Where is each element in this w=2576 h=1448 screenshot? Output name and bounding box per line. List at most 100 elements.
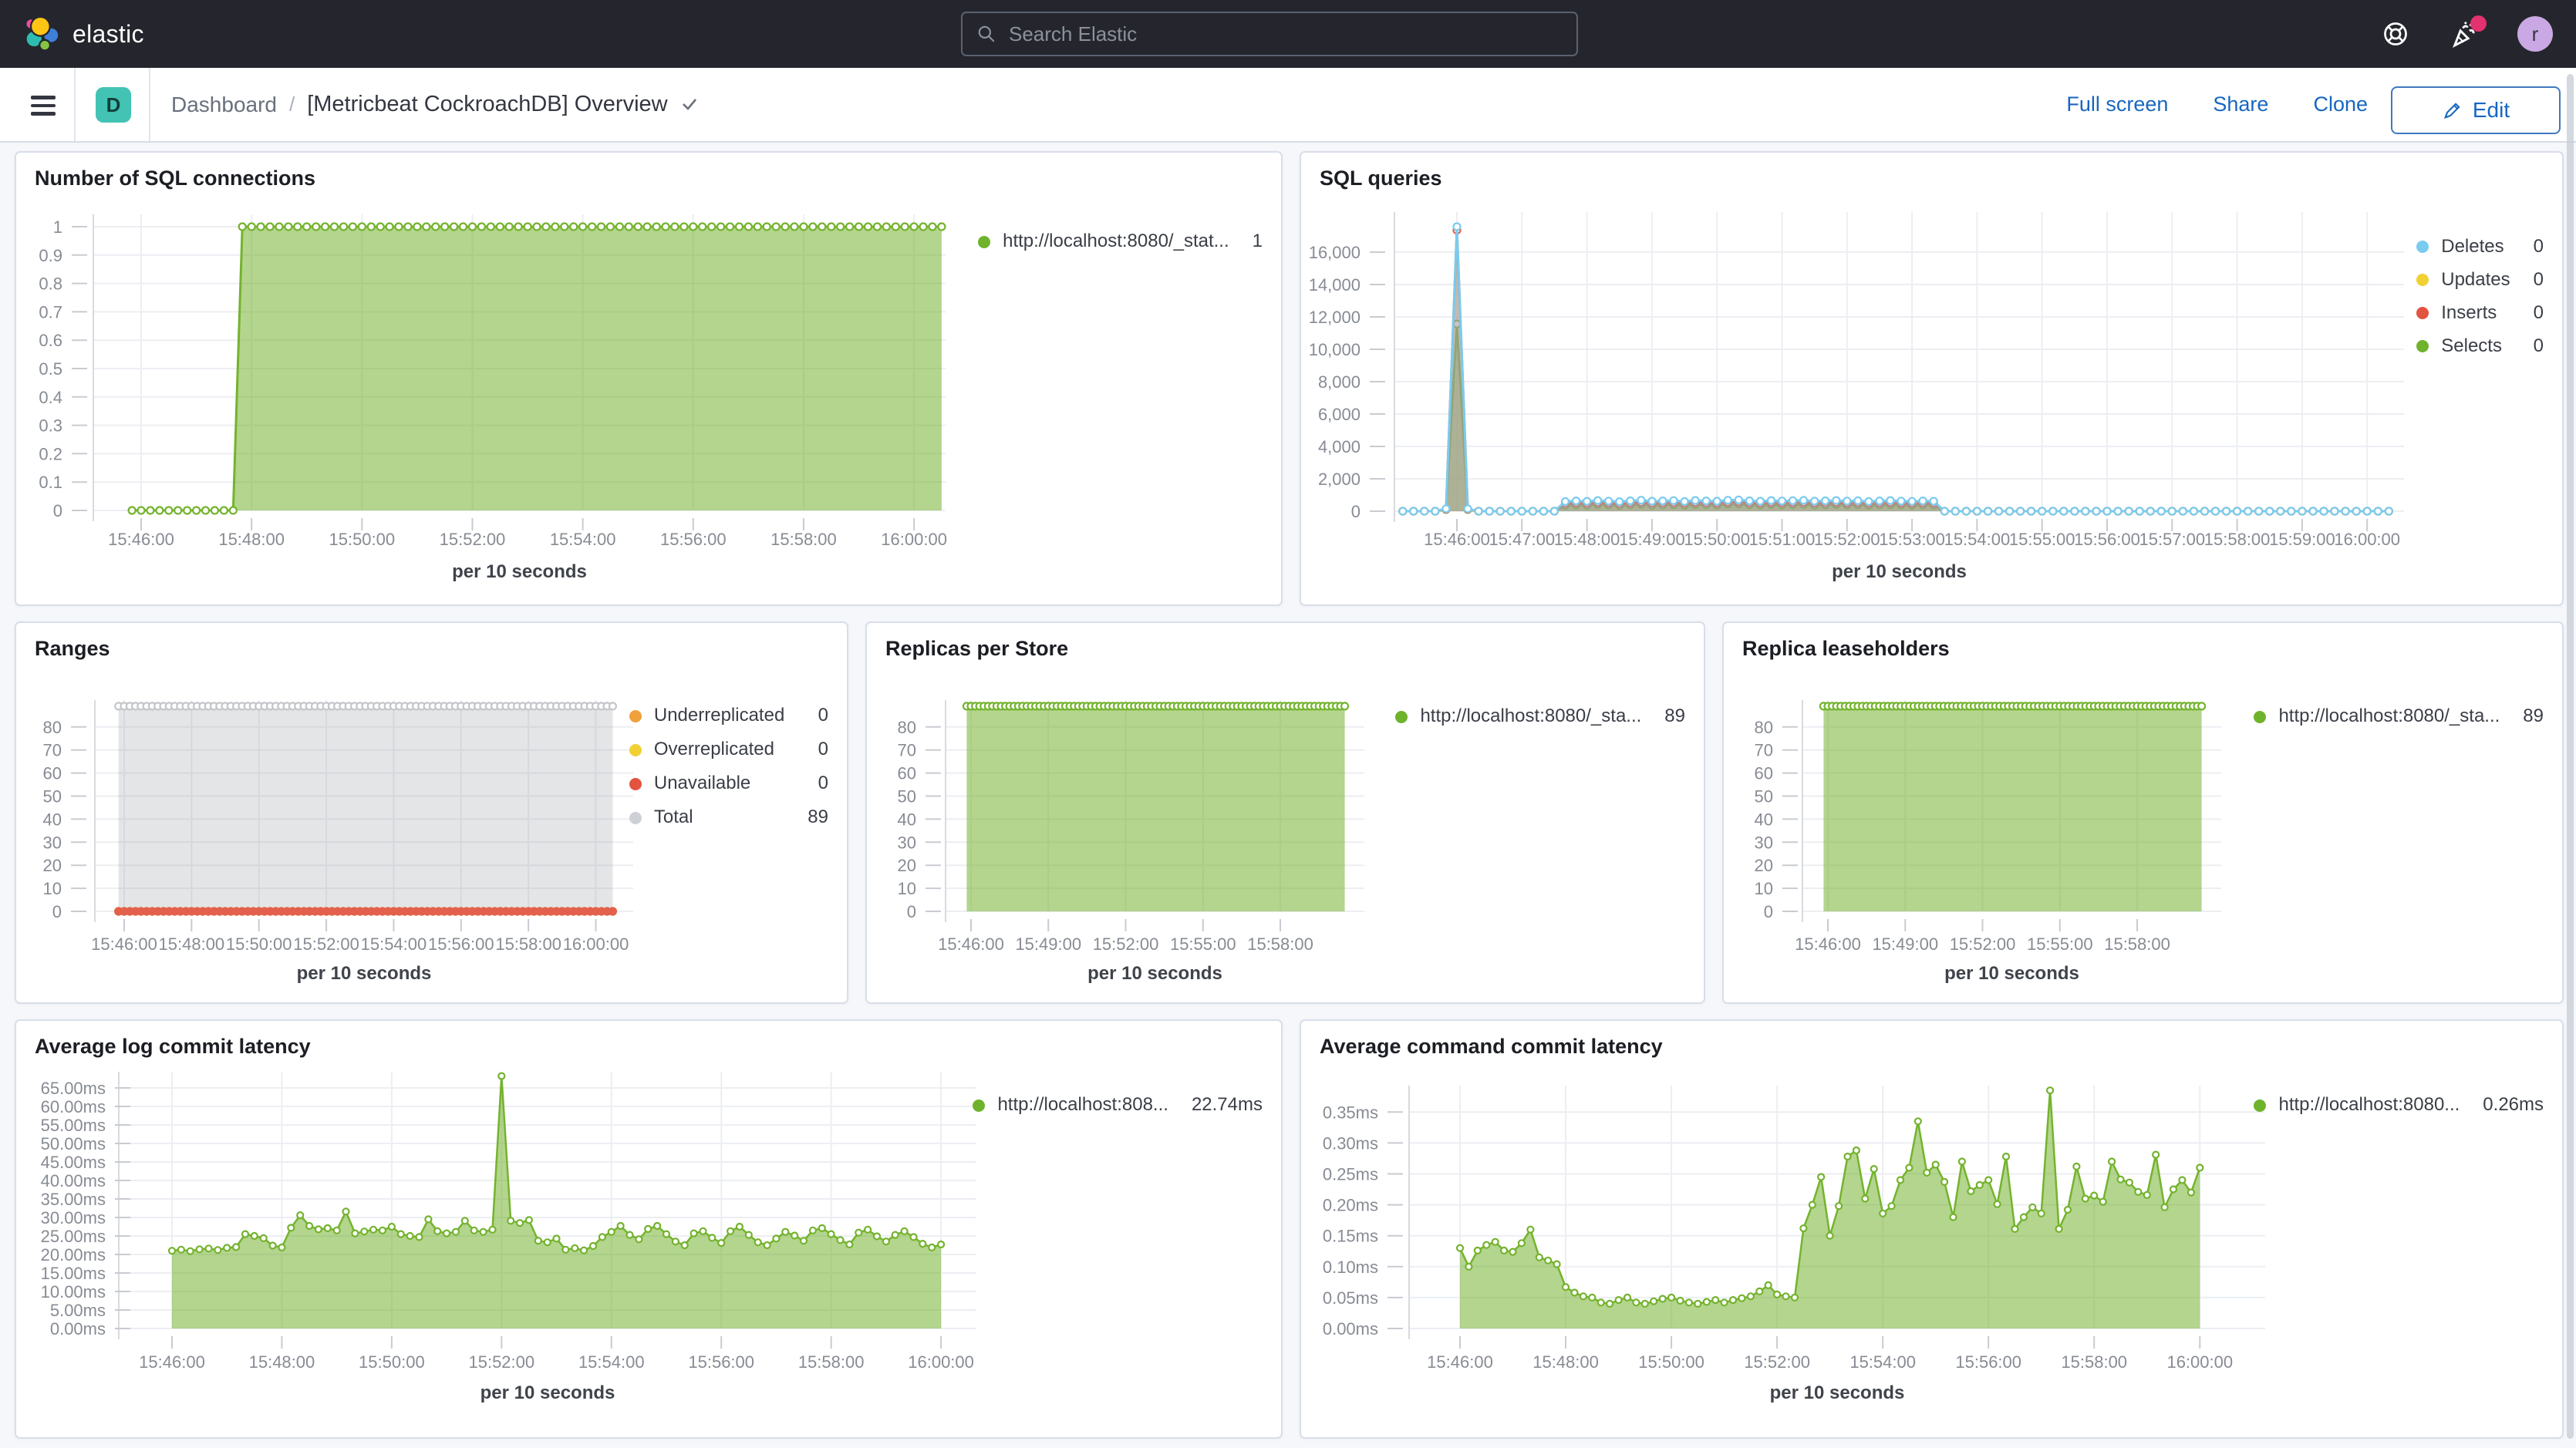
svg-text:15:52:00: 15:52:00 [468,1352,534,1372]
search-icon [976,24,996,44]
legend-item[interactable]: Unavailable0 [629,766,828,800]
legend-value: 22.74ms [1168,1092,1263,1118]
svg-text:45.00ms: 45.00ms [41,1153,106,1172]
svg-text:12,000: 12,000 [1309,308,1360,327]
svg-text:15:50:00: 15:50:00 [359,1352,425,1372]
legend-item[interactable]: Selects0 [2416,329,2544,362]
share-link[interactable]: Share [2213,93,2268,116]
chart-legend: http://localhost:808...22.74ms [973,1092,1263,1118]
svg-text:0.7: 0.7 [39,302,62,322]
svg-text:0.8: 0.8 [39,274,62,294]
svg-text:50: 50 [43,787,62,807]
svg-text:15:56:00: 15:56:00 [1955,1352,2021,1372]
panel-title: Average log commit latency [35,1035,311,1059]
svg-text:15:46:00: 15:46:00 [108,530,174,549]
svg-text:per 10 seconds: per 10 seconds [480,1382,615,1403]
chart-replica-leaseholders[interactable]: 0102030405060708015:46:0015:49:0015:52:0… [1724,623,2562,1002]
svg-text:10.00ms: 10.00ms [41,1282,106,1302]
chart-average-log-commit-latency[interactable]: 0.00ms5.00ms10.00ms15.00ms20.00ms25.00ms… [16,1021,1281,1437]
svg-text:40: 40 [898,810,916,829]
legend-item[interactable]: http://localhost:8080/_stat...1 [978,228,1263,254]
chart-average-command-commit-latency[interactable]: 0.00ms0.05ms0.10ms0.15ms0.20ms0.25ms0.30… [1301,1021,2562,1437]
svg-text:15:48:00: 15:48:00 [159,934,225,954]
svg-text:15:52:00: 15:52:00 [440,530,506,549]
panel-sql-queries: SQL queries 02,0004,0006,0008,00010,0001… [1300,151,2564,606]
svg-text:80: 80 [898,718,916,737]
chart-replicas-per-store[interactable]: 0102030405060708015:46:0015:49:0015:52:0… [867,623,1704,1002]
svg-text:0.1: 0.1 [39,473,62,492]
chart-sql-queries[interactable]: 02,0004,0006,0008,00010,00012,00014,0001… [1301,153,2562,604]
chart-number-of-sql-connections[interactable]: 00.10.20.30.40.50.60.70.80.9115:46:0015:… [16,153,1281,604]
svg-text:15:49:00: 15:49:00 [1872,934,1938,954]
svg-text:16,000: 16,000 [1309,243,1360,262]
breadcrumb-dashboard[interactable]: Dashboard [171,93,277,117]
legend-value: 89 [2500,703,2544,729]
search-input[interactable] [1007,22,1563,47]
elastic-logo[interactable]: elastic [22,0,144,68]
svg-text:15:58:00: 15:58:00 [798,1352,865,1372]
svg-text:50: 50 [1755,787,1773,807]
help-button[interactable] [2379,17,2412,51]
svg-text:15:56:00: 15:56:00 [428,934,494,954]
menu-button[interactable] [26,86,60,122]
svg-text:2,000: 2,000 [1318,470,1360,489]
legend-color-dot-icon [973,1099,985,1112]
svg-text:15.00ms: 15.00ms [41,1264,106,1283]
svg-text:50: 50 [898,787,916,807]
panel-title: SQL queries [1320,167,1442,190]
panel-title: Replicas per Store [885,637,1068,661]
svg-text:15:58:00: 15:58:00 [2104,934,2170,954]
legend-item[interactable]: http://localhost:8080...0.26ms [2254,1092,2544,1118]
legend-item[interactable]: http://localhost:8080/_sta...89 [1395,703,1685,729]
svg-text:20: 20 [898,856,916,875]
svg-text:40: 40 [1755,810,1773,829]
legend-item[interactable]: Updates0 [2416,263,2544,296]
svg-text:15:58:00: 15:58:00 [2204,530,2271,549]
legend-color-dot-icon [2416,307,2429,319]
legend-item[interactable]: http://localhost:808...22.74ms [973,1092,1263,1118]
legend-label: http://localhost:8080/_stat... [990,228,1229,254]
svg-text:15:48:00: 15:48:00 [249,1352,315,1372]
svg-text:15:56:00: 15:56:00 [688,1352,754,1372]
svg-text:per 10 seconds: per 10 seconds [1087,963,1222,984]
avatar[interactable]: r [2517,16,2553,52]
app-badge[interactable]: D [96,87,131,123]
check-icon[interactable] [680,97,699,113]
legend-item[interactable]: Overreplicated0 [629,732,828,766]
svg-text:15:48:00: 15:48:00 [1532,1352,1599,1372]
legend-item[interactable]: http://localhost:8080/_sta...89 [2254,703,2544,729]
panel-title: Ranges [35,637,110,661]
svg-text:15:56:00: 15:56:00 [660,530,727,549]
edit-button[interactable]: Edit [2391,86,2561,134]
legend-item[interactable]: Inserts0 [2416,296,2544,329]
divider [74,68,76,141]
legend-item[interactable]: Deletes0 [2416,230,2544,263]
svg-text:15:50:00: 15:50:00 [329,530,395,549]
svg-text:0.4: 0.4 [39,388,62,407]
chart-ranges[interactable]: 0102030405060708015:46:0015:48:0015:50:0… [16,623,847,1002]
svg-text:15:47:00: 15:47:00 [1489,530,1555,549]
legend-item[interactable]: Total89 [629,800,828,834]
svg-text:15:54:00: 15:54:00 [361,934,427,954]
clone-link[interactable]: Clone [2313,93,2368,116]
full-screen-link[interactable]: Full screen [2066,93,2168,116]
chart-legend: Underreplicated0Overreplicated0Unavailab… [629,699,828,834]
svg-text:15:46:00: 15:46:00 [1427,1352,1493,1372]
svg-text:15:46:00: 15:46:00 [139,1352,205,1372]
legend-label: http://localhost:808... [985,1092,1168,1118]
svg-text:15:55:00: 15:55:00 [2027,934,2093,954]
svg-text:20: 20 [1755,856,1773,875]
svg-text:0.5: 0.5 [39,359,62,379]
scrollbar[interactable] [2567,74,2574,1439]
legend-label: Selects [2429,329,2510,362]
svg-text:60: 60 [1755,764,1773,783]
news-button[interactable] [2448,17,2482,51]
legend-value: 0.26ms [2460,1092,2544,1118]
svg-text:16:00:00: 16:00:00 [908,1352,974,1372]
svg-text:0: 0 [53,501,62,520]
global-search[interactable] [961,12,1578,56]
legend-item[interactable]: Underreplicated0 [629,699,828,732]
svg-text:16:00:00: 16:00:00 [563,934,629,954]
chart-legend: http://localhost:8080/_sta...89 [1395,703,1685,729]
svg-text:0.00ms: 0.00ms [50,1319,106,1339]
